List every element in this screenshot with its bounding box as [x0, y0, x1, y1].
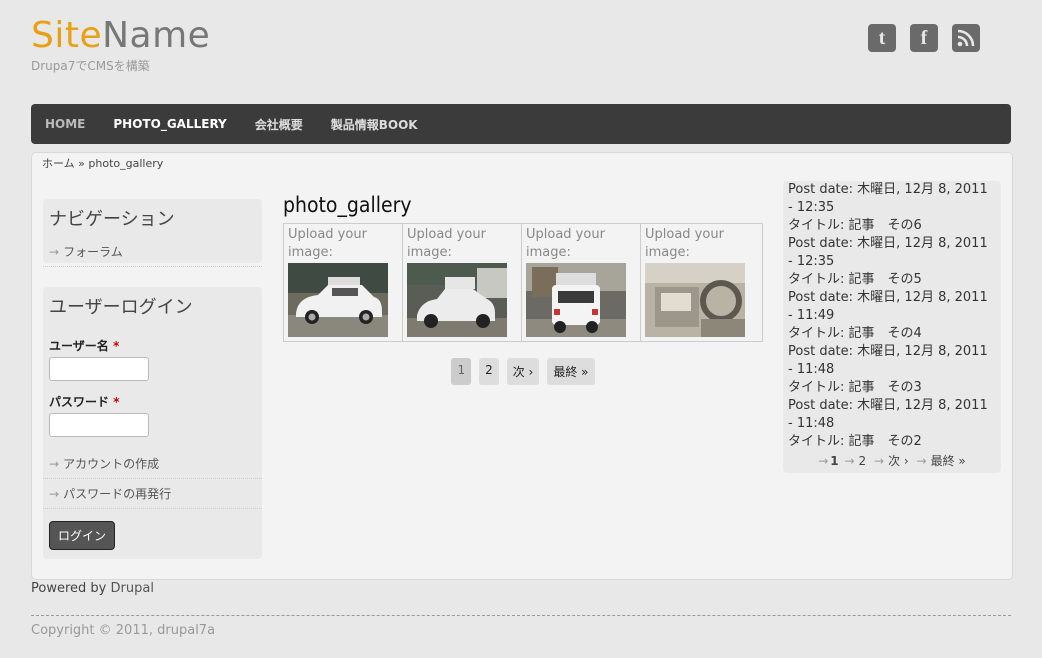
required-mark: * [112, 339, 120, 353]
footer-powered-by: Powered by Drupal [31, 581, 154, 596]
gallery-cell: Upload your image: [641, 224, 760, 341]
gallery-cell-label: Upload your image: [526, 227, 605, 260]
arrow-right-icon: → [874, 454, 885, 468]
login-button[interactable]: ログイン [49, 521, 116, 550]
gallery-cell-label: Upload your image: [288, 227, 367, 260]
arrow-right-icon: → [916, 454, 927, 468]
gallery-cell-label: Upload your image: [407, 227, 486, 260]
site-name-part1[interactable]: Site [31, 15, 102, 56]
pager-next[interactable]: 次 › [506, 358, 540, 385]
social-links: t f [868, 24, 980, 52]
photo-gallery-grid: Upload your image: Upload your image: Up… [283, 223, 763, 342]
main-container: ホーム » photo_gallery ナビゲーション → フォーラム ユーザーロ… [31, 152, 1013, 580]
reset-password-label: パスワードの再発行 [63, 487, 172, 501]
forum-link-label: フォーラム [63, 245, 123, 259]
user-login-block: ユーザーログイン ユーザー名 * パスワード * → アカウントの作成 → パスワー… [43, 287, 262, 559]
breadcrumb-home-link[interactable]: ホーム [42, 157, 75, 170]
nav-item-home[interactable]: HOME [31, 117, 99, 131]
recent-pager-next[interactable]: 次 › [888, 454, 909, 468]
site-name[interactable]: SiteName [31, 14, 210, 58]
post-title[interactable]: タイトル: 記事 その3 [788, 379, 996, 397]
drupal-link[interactable]: Drupal [111, 581, 154, 596]
main-nav: HOME PHOTO_GALLERY 会社概要 製品情報BOOK [31, 104, 1011, 144]
username-input[interactable] [49, 357, 149, 381]
arrow-right-icon: → [844, 454, 855, 468]
site-header: SiteName Drupa7でCMSを構築 [31, 14, 210, 74]
recent-posts-block: Post date: 木曜日, 12月 8, 2011 - 12:35 タイトル… [783, 181, 1001, 473]
nav-item-company[interactable]: 会社概要 [241, 116, 317, 133]
post-title[interactable]: タイトル: 記事 その6 [788, 217, 996, 235]
navigation-block: ナビゲーション → フォーラム [43, 199, 262, 267]
arrow-right-icon: → [818, 454, 829, 468]
site-name-part2[interactable]: Name [102, 15, 210, 56]
recent-pager-page-2[interactable]: 2 [859, 454, 867, 468]
gallery-cell: Upload your image: [284, 224, 403, 341]
gallery-pager: 1 2 次 › 最終 » [283, 358, 763, 385]
post-date: Post date: 木曜日, 12月 8, 2011 - 11:49 [788, 290, 988, 323]
username-label-text: ユーザー名 [49, 339, 109, 353]
car-photo-3[interactable] [526, 263, 626, 337]
gallery-cell: Upload your image: [522, 224, 641, 341]
recent-posts-pager: → 1 → 2 → 次 › → 最終 » [788, 452, 996, 469]
post-title[interactable]: タイトル: 記事 その2 [788, 433, 996, 451]
car-photo-2[interactable] [407, 263, 507, 337]
copyright-text: Copyright © 2011, drupal7a [31, 623, 216, 638]
content-area: photo_gallery Upload your image: Upload … [283, 193, 763, 385]
reset-password-link[interactable]: → パスワードの再発行 [43, 479, 262, 509]
site-slogan: Drupa7でCMSを構築 [31, 59, 150, 73]
username-label: ユーザー名 * [43, 337, 262, 354]
create-account-link[interactable]: → アカウントの作成 [43, 449, 262, 479]
gallery-cell: Upload your image: [403, 224, 522, 341]
pager-last[interactable]: 最終 » [547, 358, 595, 385]
breadcrumb-current: photo_gallery [88, 157, 164, 170]
pager-page-1[interactable]: 1 [451, 358, 472, 385]
breadcrumb-separator: » [78, 157, 85, 170]
password-input[interactable] [49, 413, 149, 437]
arrow-right-icon: → [49, 487, 60, 501]
password-label: パスワード * [43, 393, 262, 410]
post-date: Post date: 木曜日, 12月 8, 2011 - 12:35 [788, 236, 988, 269]
post-date: Post date: 木曜日, 12月 8, 2011 - 11:48 [788, 398, 988, 431]
forum-link[interactable]: → フォーラム [43, 237, 262, 267]
recent-pager-last[interactable]: 最終 » [931, 454, 966, 468]
footer-divider [31, 615, 1011, 616]
required-mark: * [113, 395, 120, 409]
password-label-text: パスワード [49, 395, 110, 409]
rss-icon[interactable] [952, 24, 980, 52]
navigation-block-title: ナビゲーション [49, 209, 175, 230]
car-photo-1[interactable] [288, 263, 388, 337]
page-title: photo_gallery [283, 193, 412, 217]
nav-item-product-book[interactable]: 製品情報BOOK [317, 116, 432, 133]
car-interior-photo[interactable] [645, 263, 745, 337]
powered-prefix: Powered by [31, 581, 107, 596]
arrow-right-icon: → [49, 245, 60, 259]
post-date: Post date: 木曜日, 12月 8, 2011 - 11:48 [788, 344, 988, 377]
arrow-right-icon: → [49, 457, 60, 471]
gallery-cell-label: Upload your image: [645, 227, 724, 260]
twitter-icon[interactable]: t [868, 24, 896, 52]
pager-page-2[interactable]: 2 [479, 358, 499, 385]
post-date: Post date: 木曜日, 12月 8, 2011 - 12:35 [788, 182, 988, 215]
breadcrumb: ホーム » photo_gallery [42, 155, 163, 171]
post-title[interactable]: タイトル: 記事 その5 [788, 271, 996, 289]
nav-item-photo-gallery[interactable]: PHOTO_GALLERY [99, 117, 240, 131]
login-block-title: ユーザーログイン [49, 297, 193, 318]
facebook-icon[interactable]: f [910, 24, 938, 52]
post-title[interactable]: タイトル: 記事 その4 [788, 325, 996, 343]
create-account-label: アカウントの作成 [63, 457, 160, 471]
recent-pager-page-1[interactable]: 1 [830, 454, 838, 468]
